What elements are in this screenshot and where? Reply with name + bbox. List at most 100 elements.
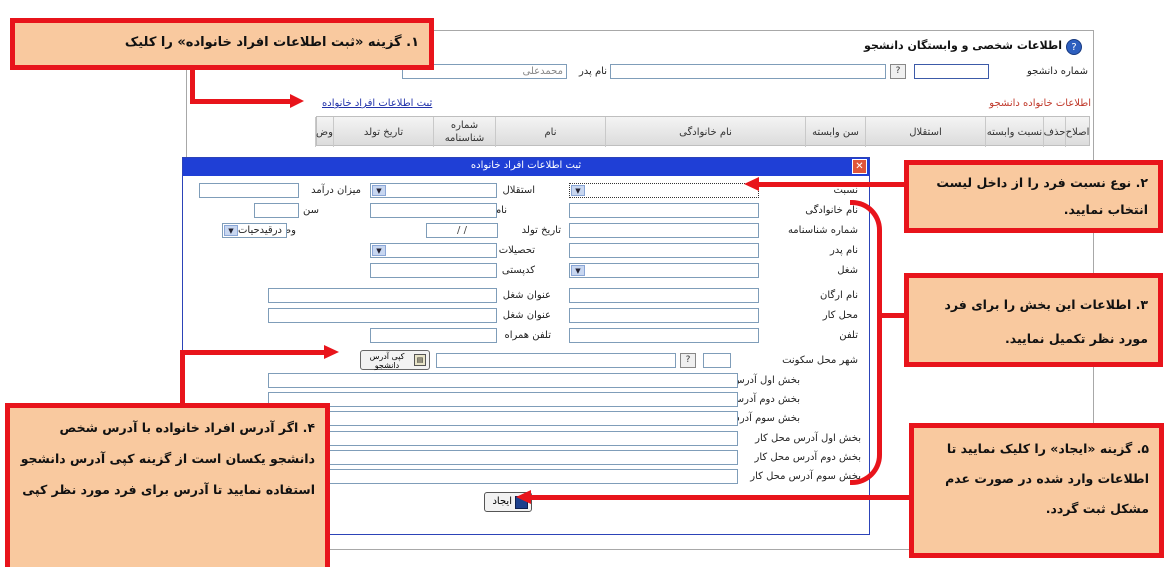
column-header: وض xyxy=(315,117,333,147)
relation-select[interactable]: ▼ xyxy=(569,183,759,198)
connector-line xyxy=(180,350,185,410)
student-number-label: شماره دانشجو xyxy=(1026,66,1088,77)
dialog-title: ثبت اطلاعات افراد خانواده xyxy=(470,160,582,171)
arrow-head-icon xyxy=(290,94,304,108)
connector-line xyxy=(530,495,912,500)
independence-select[interactable]: ▼ xyxy=(370,183,497,198)
connector-line xyxy=(180,350,325,355)
kadpasti-input[interactable] xyxy=(370,263,497,278)
org-name-input[interactable] xyxy=(569,288,759,303)
id-number-input[interactable] xyxy=(569,223,759,238)
column-header: نام xyxy=(495,117,605,147)
page-title: اطلاعات شخصی و وابستگان دانشجو xyxy=(864,39,1062,52)
income-label: میزان درآمد xyxy=(311,185,361,196)
job-title-input[interactable] xyxy=(268,288,497,303)
callout-text: ۱. گزینه «ثبت اطلاعات افراد خانواده» را … xyxy=(124,35,419,50)
job-select[interactable]: ▼ xyxy=(569,263,759,278)
work-address-3-input[interactable] xyxy=(268,469,738,484)
address-1-label: بخش اول آدرس xyxy=(732,375,801,386)
chevron-down-icon[interactable]: ▼ xyxy=(372,185,386,196)
student-number-input[interactable] xyxy=(914,64,989,79)
birth-date-input[interactable]: / / xyxy=(426,223,498,238)
close-icon[interactable]: ✕ xyxy=(852,159,867,174)
mobile-input[interactable] xyxy=(370,328,497,343)
create-label: ایجاد xyxy=(492,496,512,507)
copy-icon: ▤ xyxy=(414,354,426,366)
callout-step-1: ۱. گزینه «ثبت اطلاعات افراد خانواده» را … xyxy=(10,18,434,70)
address-1-input[interactable] xyxy=(268,373,738,388)
work-address-1-label: بخش اول آدرس محل کار xyxy=(755,433,861,444)
arrow-head-icon xyxy=(744,177,759,191)
bracket-line xyxy=(850,200,882,485)
father-name-label: نام پدر xyxy=(578,66,607,77)
workplace-input[interactable] xyxy=(569,308,759,323)
residence-city-name xyxy=(436,353,676,368)
info-icon: ? xyxy=(1066,39,1082,55)
column-header: اصلاح xyxy=(1065,117,1089,147)
address-3-input[interactable] xyxy=(268,411,738,426)
kadpasti-label: کدپستی xyxy=(501,265,535,276)
search-student-button[interactable]: ? xyxy=(890,64,906,79)
connector-line xyxy=(758,182,908,187)
copy-address-label: کپی آدرس دانشجو xyxy=(369,352,405,370)
callout-text: ۵. گزینه «ایجاد» را کلیک نمایید تا اطلاع… xyxy=(945,441,1149,516)
address-3-label: بخش سوم آدرس xyxy=(727,413,800,424)
chevron-down-icon[interactable]: ▼ xyxy=(571,265,585,276)
column-header: سن وابسته xyxy=(805,117,865,147)
column-header: نسبت وابسته xyxy=(985,117,1043,147)
arrow-head-icon xyxy=(516,490,531,504)
family-table-header: اصلاح حذف نسبت وابسته استقلال سن وابسته … xyxy=(315,116,1090,147)
register-family-link[interactable]: ثبت اطلاعات افراد خانواده xyxy=(322,98,432,109)
work-address-2-input[interactable] xyxy=(268,450,738,465)
student-name-display xyxy=(610,64,886,79)
chevron-down-icon[interactable]: ▼ xyxy=(571,185,585,196)
residence-city-code[interactable] xyxy=(703,353,731,368)
residence-city-label: شهر محل سکونت xyxy=(782,355,858,366)
chevron-down-icon[interactable]: ▼ xyxy=(372,245,386,256)
column-header: استقلال xyxy=(865,117,985,147)
education-select[interactable]: ▼ xyxy=(370,243,497,258)
birth-date-label: تاریخ تولد xyxy=(521,225,561,236)
status-value: درقیدحیات xyxy=(238,225,282,236)
work-address-1-input[interactable] xyxy=(268,431,738,446)
callout-text: ۲. نوع نسبت فرد را از داخل لیست انتخاب ن… xyxy=(936,175,1148,217)
column-header: تاریخ تولد xyxy=(333,117,433,147)
job-title-2-input[interactable] xyxy=(268,308,497,323)
mobile-label: تلفن همراه xyxy=(504,330,551,341)
screenshot-root: ? اطلاعات شخصی و وابستگان دانشجو شماره د… xyxy=(0,0,1171,567)
work-address-3-label: بخش سوم آدرس محل کار xyxy=(750,471,861,482)
callout-step-3: ۳. اطلاعات این بخش را برای فرد مورد نظر … xyxy=(904,273,1163,367)
column-header: حذف xyxy=(1043,117,1065,147)
age-input[interactable] xyxy=(254,203,299,218)
chevron-down-icon[interactable]: ▼ xyxy=(224,225,238,236)
callout-step-2: ۲. نوع نسبت فرد را از داخل لیست انتخاب ن… xyxy=(904,160,1163,233)
phone-input[interactable] xyxy=(569,328,759,343)
address-2-label: بخش دوم آدرس xyxy=(731,394,800,405)
residence-city-search-button[interactable]: ? xyxy=(680,353,696,368)
column-header: نام خانوادگی xyxy=(605,117,805,147)
job-title-label: عنوان شغل xyxy=(502,290,551,301)
father-name-input[interactable] xyxy=(569,243,759,258)
dialog-titlebar: ثبت اطلاعات افراد خانواده ✕ xyxy=(183,158,869,176)
age-label: سن xyxy=(303,205,319,216)
copy-address-button[interactable]: ▤ کپی آدرس دانشجو xyxy=(360,350,430,370)
callout-text: ۳. اطلاعات این بخش را برای فرد مورد نظر … xyxy=(944,297,1148,346)
status-select[interactable]: ▼ درقیدحیات xyxy=(222,223,287,238)
first-name-input[interactable] xyxy=(370,203,497,218)
education-label: تحصیلات xyxy=(498,245,535,256)
address-2-input[interactable] xyxy=(268,392,738,407)
income-input[interactable] xyxy=(199,183,299,198)
callout-text: ۴. اگر آدرس افراد خانواده با آدرس شخص دا… xyxy=(20,420,315,497)
callout-step-5: ۵. گزینه «ایجاد» را کلیک نمایید تا اطلاع… xyxy=(909,423,1164,558)
work-address-2-label: بخش دوم آدرس محل کار xyxy=(754,452,861,463)
id-number-label: شماره شناسنامه xyxy=(787,225,858,236)
last-name-input[interactable] xyxy=(569,203,759,218)
page-title-row: ? اطلاعات شخصی و وابستگان دانشجو xyxy=(820,38,1088,56)
connector-line xyxy=(190,99,290,104)
column-header: شماره شناسنامه xyxy=(433,117,495,147)
arrow-head-icon xyxy=(324,345,339,359)
independence-label: استقلال xyxy=(502,185,535,196)
family-info-label: اطلاعات خانواده دانشجو xyxy=(989,98,1091,109)
job-title-2-label: عنوان شغل xyxy=(502,310,551,321)
callout-step-4: ۴. اگر آدرس افراد خانواده با آدرس شخص دا… xyxy=(5,403,330,567)
